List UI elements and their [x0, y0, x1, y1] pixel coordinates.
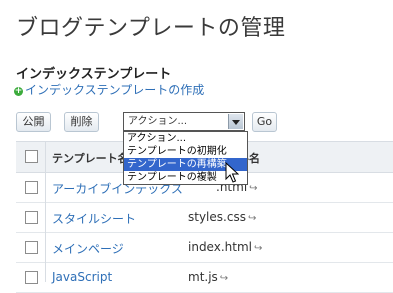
select-all-checkbox[interactable]: [25, 150, 38, 163]
column-divider: [45, 142, 46, 282]
row-checkbox[interactable]: [25, 271, 38, 284]
column-header-name[interactable]: テンプレート名: [52, 150, 129, 166]
table-row: スタイルシート styles.css ↪: [16, 203, 393, 233]
dropdown-option-reset[interactable]: テンプレートの初期化: [124, 145, 247, 158]
publish-button[interactable]: 公開: [16, 112, 51, 132]
publish-arrow-icon[interactable]: ↪: [254, 243, 262, 254]
row-checkbox[interactable]: [25, 211, 38, 224]
mouse-pointer-icon: [225, 162, 239, 183]
row-checkbox[interactable]: [25, 241, 38, 254]
template-name-link[interactable]: スタイルシート: [52, 210, 136, 227]
output-file: index.html ↪: [188, 240, 263, 254]
create-link-label: インデックステンプレートの作成: [25, 83, 205, 97]
action-select[interactable]: アクション...: [123, 112, 245, 131]
row-checkbox[interactable]: [25, 181, 38, 194]
create-index-template-link[interactable]: + インデックステンプレートの作成: [14, 81, 204, 98]
template-name-link[interactable]: メインページ: [52, 240, 124, 257]
template-name-link[interactable]: JavaScript: [52, 270, 112, 284]
publish-arrow-icon[interactable]: ↪: [248, 213, 256, 224]
table-row: JavaScript mt.js ↪: [16, 263, 393, 293]
page-title: ブログテンプレートの管理: [16, 16, 286, 41]
chevron-down-icon[interactable]: [228, 114, 243, 129]
action-select-value: アクション...: [128, 116, 188, 127]
dropdown-option-actions[interactable]: アクション...: [124, 132, 247, 145]
section-title: インデックステンプレート: [16, 67, 172, 82]
table-row: メインページ index.html ↪: [16, 233, 393, 263]
output-file: styles.css ↪: [188, 210, 257, 224]
publish-arrow-icon[interactable]: ↪: [249, 183, 257, 194]
output-file: mt.js ↪: [188, 270, 229, 284]
go-button[interactable]: Go: [252, 112, 277, 132]
delete-button[interactable]: 削除: [64, 112, 99, 132]
add-icon: +: [14, 86, 23, 96]
